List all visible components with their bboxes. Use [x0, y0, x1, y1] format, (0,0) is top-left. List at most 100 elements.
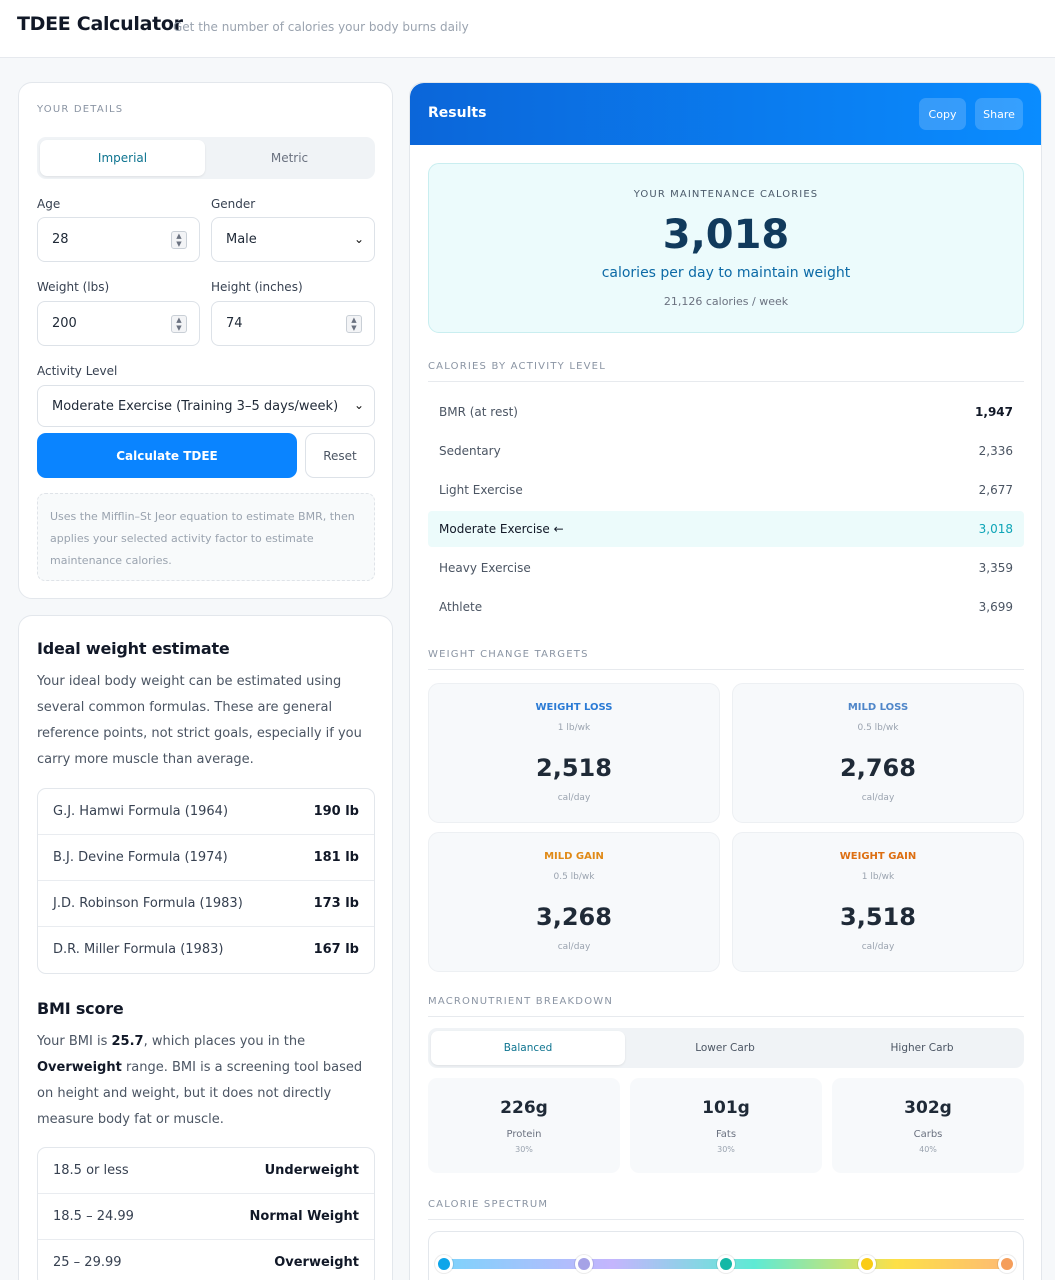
gender-select[interactable]: Male ⌄ [211, 217, 375, 262]
results-card: Results Copy Share YOUR MAINTENANCE CALO… [409, 82, 1042, 1280]
macro-percent: 30% [515, 1145, 533, 1154]
method-note: Uses the Mifflin–St Jeor equation to est… [37, 493, 375, 581]
target-unit: cal/day [861, 793, 895, 803]
calculate-button[interactable]: Calculate TDEE [37, 433, 297, 478]
chevron-down-icon: ⌄ [353, 398, 364, 412]
copy-button[interactable]: Copy [919, 98, 966, 130]
age-stepper-icon[interactable]: ▲ ▼ [171, 231, 187, 249]
macro-percent: 40% [919, 1145, 937, 1154]
chevron-down-icon: ⌄ [353, 232, 364, 246]
tab-higher-carb[interactable]: Higher Carb [825, 1031, 1019, 1065]
targets-caption: WEIGHT CHANGE TARGETS [428, 649, 589, 660]
activity-label: Activity Level [37, 364, 118, 378]
reset-button[interactable]: Reset [305, 433, 375, 478]
target-title: MILD GAIN [544, 851, 604, 862]
activity-value: 3,699 [978, 600, 1013, 614]
activity-row-selected: Moderate Exercise ← 3,018 [428, 511, 1024, 547]
bmi-range: 18.5 or less [53, 1163, 129, 1178]
macro-grams: 226g [500, 1098, 548, 1118]
activity-value: 2,677 [978, 483, 1013, 497]
bmi-text-2: , which places you in the [143, 1034, 306, 1049]
macro-tabs: Balanced Lower Carb Higher Carb [428, 1028, 1024, 1068]
activity-name: Moderate Exercise ← [439, 522, 564, 536]
table-row: 18.5 or less Underweight [38, 1148, 374, 1194]
activity-name: Light Exercise [439, 483, 523, 497]
target-weight-loss: WEIGHT LOSS 1 lb/wk 2,518 cal/day [428, 683, 720, 823]
formula-value: 181 lb [313, 850, 359, 865]
target-title: WEIGHT GAIN [839, 851, 917, 862]
formula-table: G.J. Hamwi Formula (1964) 190 lb B.J. De… [37, 788, 375, 974]
age-input[interactable]: 28 ▲ ▼ [37, 217, 200, 262]
macro-label: Protein [506, 1129, 542, 1140]
gender-value: Male [226, 232, 257, 247]
bmi-range-table: 18.5 or less Underweight 18.5 – 24.99 No… [37, 1147, 375, 1280]
activity-value: Moderate Exercise (Training 3–5 days/wee… [52, 398, 339, 414]
target-value: 3,518 [840, 903, 916, 931]
table-row: G.J. Hamwi Formula (1964) 190 lb [38, 789, 374, 835]
divider [428, 1016, 1024, 1017]
weight-stepper-icon[interactable]: ▲ ▼ [171, 315, 187, 333]
table-row: B.J. Devine Formula (1974) 181 lb [38, 835, 374, 881]
tab-lower-carb[interactable]: Lower Carb [628, 1031, 822, 1065]
maintenance-subtitle: calories per day to maintain weight [601, 265, 851, 281]
details-card: YOUR DETAILS Imperial Metric Age 28 ▲ ▼ G… [18, 82, 393, 599]
bmi-range: 25 – 29.99 [53, 1255, 122, 1270]
activity-select[interactable]: Moderate Exercise (Training 3–5 days/wee… [37, 385, 375, 427]
formula-name: J.D. Robinson Formula (1983) [53, 896, 243, 911]
macro-grams: 302g [904, 1098, 952, 1118]
maintenance-value: 3,018 [662, 212, 790, 258]
bmi-title: BMI score [37, 999, 124, 1018]
divider [428, 669, 1024, 670]
macro-protein: 226g Protein 30% [428, 1078, 620, 1173]
height-input[interactable]: 74 ▲ ▼ [211, 301, 375, 346]
activity-value: 3,018 [978, 522, 1013, 536]
macro-label: Fats [715, 1129, 737, 1140]
height-value: 74 [226, 316, 243, 331]
formula-name: D.R. Miller Formula (1983) [53, 942, 224, 957]
weekly-calories: 21,126 calories / week [663, 295, 789, 308]
bmi-category: Overweight [37, 1060, 122, 1075]
tab-balanced[interactable]: Balanced [431, 1031, 625, 1065]
gender-label: Gender [211, 197, 256, 211]
share-button[interactable]: Share [975, 98, 1023, 130]
maintenance-caption: YOUR MAINTENANCE CALORIES [633, 189, 819, 200]
formula-value: 190 lb [313, 804, 359, 819]
activity-name: Athlete [439, 600, 483, 614]
target-unit: cal/day [861, 942, 895, 952]
target-value: 3,268 [536, 903, 612, 931]
target-value: 2,518 [536, 754, 612, 782]
bmi-range-label: Overweight [274, 1255, 359, 1270]
table-row: J.D. Robinson Formula (1983) 173 lb [38, 881, 374, 927]
bmi-text-1: Your BMI is [37, 1034, 112, 1049]
activity-row: Athlete 3,699 [428, 589, 1024, 625]
table-row: 25 – 29.99 Overweight [38, 1240, 374, 1280]
target-unit: cal/day [557, 793, 591, 803]
maintenance-panel: YOUR MAINTENANCE CALORIES 3,018 calories… [428, 163, 1024, 333]
activity-value: 3,359 [978, 561, 1013, 575]
divider [428, 1219, 1024, 1220]
spectrum-marker-heavy [858, 1255, 876, 1273]
unit-metric-button[interactable]: Metric [207, 140, 372, 176]
macro-carbs: 302g Carbs 40% [832, 1078, 1024, 1173]
formula-name: G.J. Hamwi Formula (1964) [53, 804, 229, 819]
weight-value: 200 [52, 316, 77, 331]
target-rate: 1 lb/wk [861, 872, 895, 882]
bmi-range: 18.5 – 24.99 [53, 1209, 134, 1224]
unit-imperial-button[interactable]: Imperial [40, 140, 205, 176]
weight-input[interactable]: 200 ▲ ▼ [37, 301, 200, 346]
table-row: 18.5 – 24.99 Normal Weight [38, 1194, 374, 1240]
height-stepper-icon[interactable]: ▲ ▼ [346, 315, 362, 333]
macro-percent: 30% [717, 1145, 735, 1154]
target-mild-loss: MILD LOSS 0.5 lb/wk 2,768 cal/day [732, 683, 1024, 823]
spectrum-caption: CALORIE SPECTRUM [428, 1199, 549, 1210]
target-title: MILD LOSS [847, 702, 909, 713]
target-value: 2,768 [840, 754, 916, 782]
activity-row: BMR (at rest) 1,947 [428, 394, 1024, 430]
formula-value: 173 lb [313, 896, 359, 911]
bmi-range-label: Normal Weight [249, 1209, 359, 1224]
activity-row: Light Exercise 2,677 [428, 472, 1024, 508]
spectrum-marker-sedentary [575, 1255, 593, 1273]
activity-name: Heavy Exercise [439, 561, 531, 575]
target-unit: cal/day [557, 942, 591, 952]
target-mild-gain: MILD GAIN 0.5 lb/wk 3,268 cal/day [428, 832, 720, 972]
